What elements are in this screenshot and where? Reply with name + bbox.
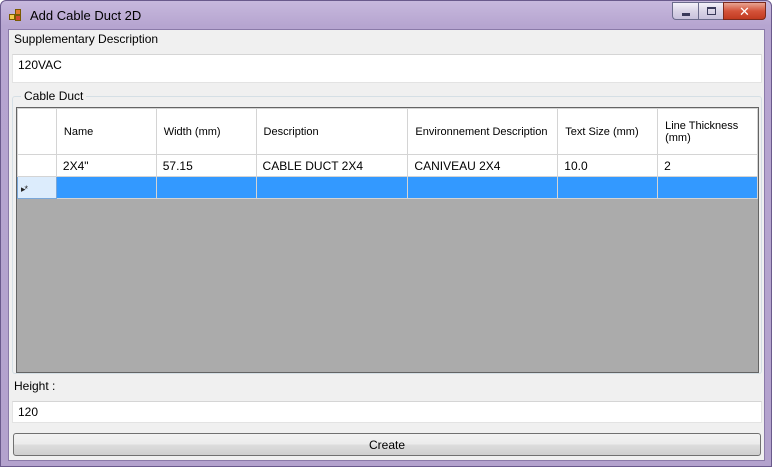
create-button[interactable]: Create (13, 433, 761, 456)
column-header-description[interactable]: Description (255, 108, 409, 155)
new-row-marker-icon: ▸* (21, 183, 28, 194)
cable-duct-table: Name Width (mm) Description Environnemen… (17, 108, 758, 199)
cell-line-thickness[interactable]: 2 (657, 154, 758, 177)
new-cell-line-thickness[interactable] (657, 176, 758, 199)
new-cell-name[interactable] (55, 176, 157, 199)
new-cell-text-size[interactable] (557, 176, 659, 199)
title-bar[interactable]: Add Cable Duct 2D ✕ (1, 1, 771, 29)
maximize-button[interactable] (698, 2, 723, 20)
close-icon: ✕ (739, 3, 750, 19)
cable-duct-group-title: Cable Duct (21, 89, 87, 103)
minimize-button[interactable] (672, 2, 698, 20)
cell-width[interactable]: 57.15 (155, 154, 257, 177)
cell-name[interactable]: 2X4" (55, 154, 157, 177)
column-header-text-size[interactable]: Text Size (mm) (557, 108, 659, 155)
cell-environnement-description[interactable]: CANIVEAU 2X4 (407, 154, 559, 177)
app-icon (9, 8, 23, 22)
new-row[interactable]: ▸* (17, 176, 758, 199)
height-label: Height : (14, 379, 56, 393)
cable-duct-grid[interactable]: Name Width (mm) Description Environnemen… (16, 107, 759, 373)
minimize-icon (681, 12, 690, 16)
cell-text-size[interactable]: 10.0 (557, 154, 659, 177)
new-row-header[interactable]: ▸* (17, 176, 57, 199)
new-cell-description[interactable] (255, 176, 409, 199)
supplementary-description-label: Supplementary Description (14, 32, 159, 46)
column-header-environnement-description[interactable]: Environnement Description (407, 108, 559, 155)
grid-header-row: Name Width (mm) Description Environnemen… (17, 108, 758, 155)
column-header-line-thickness[interactable]: Line Thickness (mm) (657, 108, 758, 155)
form-client-area: Supplementary Description 120VAC Cable D… (8, 29, 765, 461)
close-button[interactable]: ✕ (723, 2, 766, 20)
row-header[interactable] (17, 154, 57, 177)
cell-description[interactable]: CABLE DUCT 2X4 (255, 154, 409, 177)
grid-corner-header[interactable] (17, 108, 57, 155)
supplementary-description-input[interactable]: 120VAC (12, 54, 762, 83)
column-header-name[interactable]: Name (55, 108, 157, 155)
window-title: Add Cable Duct 2D (30, 8, 142, 23)
window-controls: ✕ (672, 2, 766, 21)
column-header-width[interactable]: Width (mm) (155, 108, 257, 155)
app-window: Add Cable Duct 2D ✕ Supplementary Descri… (0, 0, 772, 467)
height-input[interactable]: 120 (12, 401, 762, 423)
new-cell-width[interactable] (155, 176, 257, 199)
new-cell-environnement-description[interactable] (407, 176, 559, 199)
maximize-icon (706, 7, 716, 15)
table-row[interactable]: 2X4" 57.15 CABLE DUCT 2X4 CANIVEAU 2X4 1… (17, 154, 758, 177)
cable-duct-group: Cable Duct Name Width (mm) Description E… (12, 89, 762, 374)
